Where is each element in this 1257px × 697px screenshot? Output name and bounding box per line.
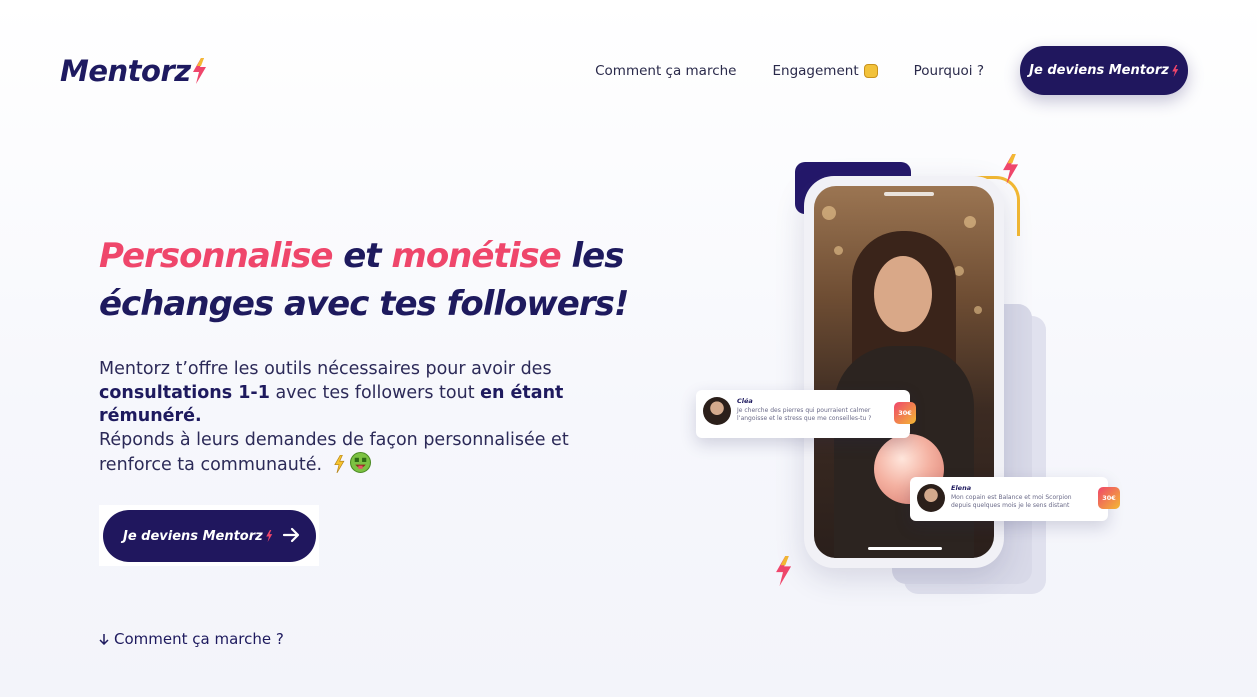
price-badge: 30€ xyxy=(894,402,916,424)
desc-text: Mentorz t’offre les outils nécessaires p… xyxy=(99,359,552,379)
logo-text: Mentorz xyxy=(60,54,191,88)
hero-title-text: les xyxy=(560,236,624,276)
hero-title-highlight: Personnalise xyxy=(99,236,333,276)
hero-title-highlight: monétise xyxy=(391,236,561,276)
nav-link-engagement[interactable]: Engagement xyxy=(773,63,878,79)
lightning-icon xyxy=(192,58,206,84)
hero-description: Mentorz t’offre les outils nécessaires p… xyxy=(99,358,629,478)
nav-link-label: Comment ça marche xyxy=(595,62,737,79)
price-badge: 30€ xyxy=(1098,487,1120,509)
hero-cta-button[interactable]: Je deviens Mentorz xyxy=(103,510,316,562)
message-text: Je cherche des pierres qui pourraient ca… xyxy=(737,407,872,422)
logo[interactable]: Mentorz xyxy=(60,54,207,88)
nav-link-label: Engagement xyxy=(772,62,859,79)
money-face-emoji-icon xyxy=(349,452,371,473)
hero-cta-label: Je deviens Mentorz xyxy=(123,528,263,544)
lightning-icon xyxy=(1172,64,1179,77)
arrow-right-icon xyxy=(282,527,300,543)
desc-bold: consultations 1-1 xyxy=(99,382,270,403)
lightning-emoji-icon xyxy=(333,455,345,473)
desc-text: avec tes followers tout xyxy=(269,382,481,403)
hero-title-line2: échanges avec tes followers! xyxy=(99,284,629,324)
avatar xyxy=(917,484,945,512)
how-it-works-label: Comment ça marche ? xyxy=(114,630,284,648)
message-bubble: Elena Mon copain est Balance et moi Scor… xyxy=(910,477,1120,521)
hero-illustration: Cléa Je cherche des pierres qui pourraie… xyxy=(690,150,1150,600)
fist-icon xyxy=(863,63,878,78)
avatar xyxy=(703,397,731,425)
nav-link-pourquoi[interactable]: Pourquoi ? xyxy=(914,63,984,79)
message-bubble: Cléa Je cherche des pierres qui pourraie… xyxy=(696,390,916,438)
hero-cta-wrapper: Je deviens Mentorz xyxy=(99,505,319,566)
arrow-down-icon xyxy=(99,634,109,645)
lightning-icon xyxy=(776,556,792,586)
message-sender: Cléa xyxy=(737,397,753,405)
hero-title: Personnalise et monétise les échanges av… xyxy=(99,232,639,328)
hero-title-text: et xyxy=(332,236,392,276)
message-text: Mon copain est Balance et moi Scorpion d… xyxy=(951,494,1072,509)
lightning-icon xyxy=(1003,154,1019,184)
message-sender: Elena xyxy=(951,484,972,492)
nav-link-label: Pourquoi ? xyxy=(913,62,984,79)
how-it-works-link[interactable]: Comment ça marche ? xyxy=(99,630,284,648)
nav-link-comment-ca-marche[interactable]: Comment ça marche xyxy=(595,63,736,79)
header-cta-label: Je deviens Mentorz xyxy=(1029,63,1169,78)
main-nav: Comment ça marche Engagement Pourquoi ? … xyxy=(595,46,1188,95)
lightning-icon xyxy=(265,530,272,542)
header-cta-button[interactable]: Je deviens Mentorz xyxy=(1020,46,1188,95)
